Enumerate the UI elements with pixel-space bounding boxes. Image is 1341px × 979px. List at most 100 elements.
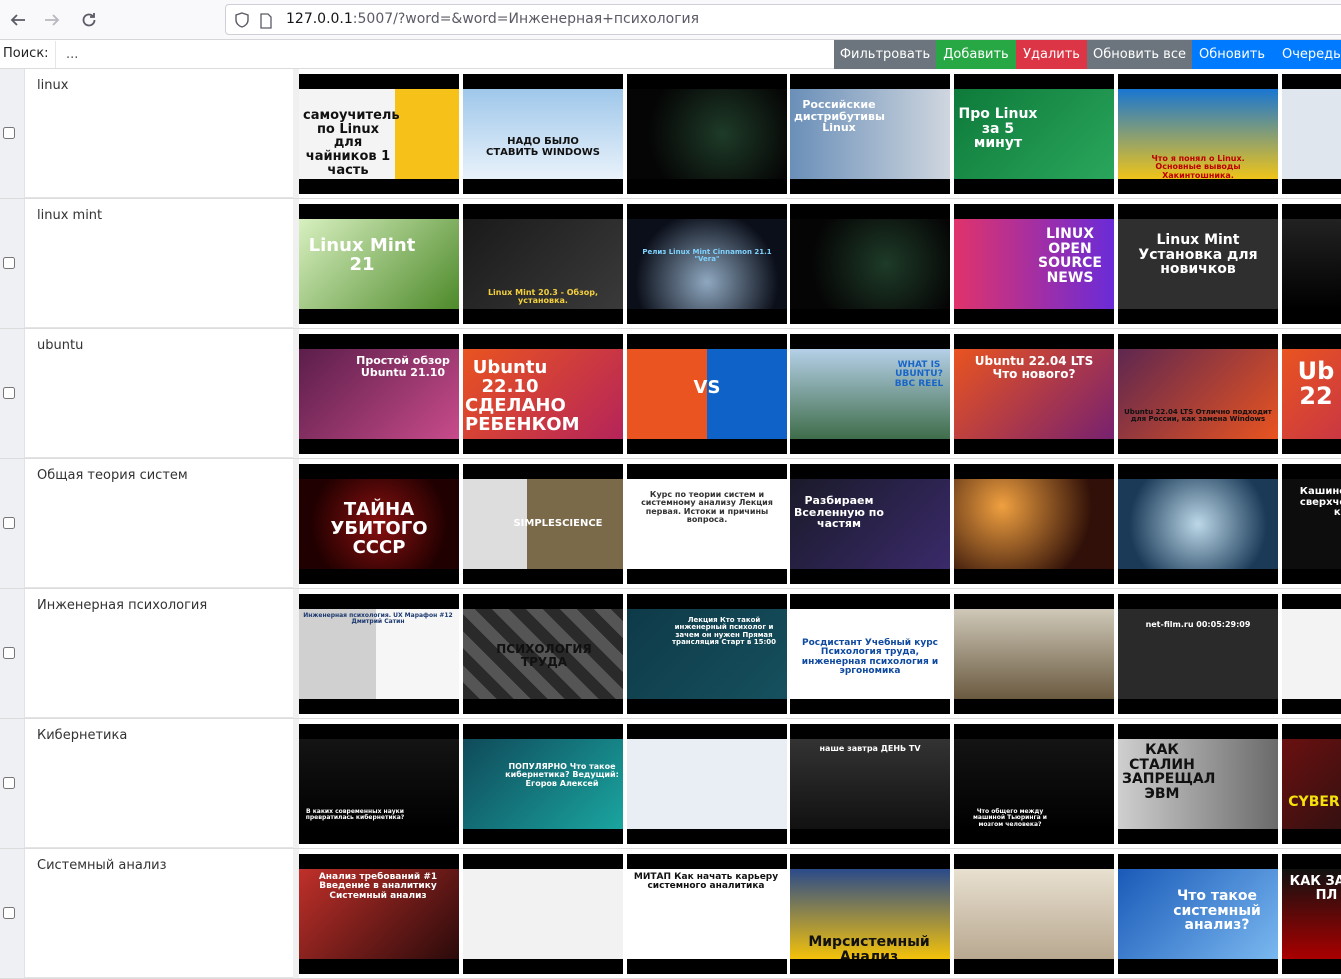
topic-label: ubuntu bbox=[25, 329, 293, 458]
video-thumbnail[interactable] bbox=[790, 204, 950, 324]
topic-label: Кибернетика bbox=[25, 719, 293, 848]
video-thumbnail-strip: ТАЙНА УБИТОГО СССР SIMPLESCIENCE Курс по т… bbox=[299, 464, 1341, 584]
video-thumbnail[interactable] bbox=[627, 724, 787, 844]
search-input[interactable] bbox=[55, 41, 834, 68]
video-thumbnail-strip: В каких современных науки превратилась к… bbox=[299, 724, 1341, 844]
refresh-button[interactable]: Обновить bbox=[1192, 40, 1272, 69]
refresh-all-button[interactable]: Обновить все bbox=[1087, 40, 1192, 69]
queue-button[interactable]: Очередь bbox=[1272, 40, 1341, 69]
filter-button[interactable]: Фильтровать bbox=[834, 40, 936, 69]
forward-button[interactable] bbox=[38, 6, 66, 34]
thumbnail-image: Кашинский Человек, сверхчело и человек к… bbox=[1282, 479, 1341, 569]
video-thumbnail[interactable]: net-film.ru 00:05:29:09 bbox=[1118, 594, 1278, 714]
thumbnail-image bbox=[1118, 479, 1278, 569]
video-thumbnail[interactable]: Курс по теории систем и системному анали… bbox=[627, 464, 787, 584]
video-thumbnail-strip: Простой обзор Ubuntu 21.10 Ubuntu 22.10 С… bbox=[299, 334, 1341, 454]
video-thumbnail[interactable]: КАК ЗАБИ ТОЛЬКО ПЛ У БРОКЕ bbox=[1282, 854, 1341, 974]
video-thumbnail[interactable]: ПСИХОЛОГИЯ ТРУДА bbox=[463, 594, 623, 714]
video-thumbnail[interactable] bbox=[463, 854, 623, 974]
thumbnail-image: КАК ЗАБИ ТОЛЬКО ПЛ У БРОКЕ bbox=[1282, 869, 1341, 959]
video-thumbnail[interactable] bbox=[1282, 204, 1341, 324]
thumbnail-image: Ub 22 bbox=[1282, 349, 1341, 439]
row-checkbox[interactable] bbox=[3, 127, 15, 139]
video-thumbnail[interactable] bbox=[627, 74, 787, 194]
video-thumbnail[interactable]: МИТАП Как начать карьеру системного анал… bbox=[627, 854, 787, 974]
topic-label: linux bbox=[25, 69, 293, 198]
row-checkbox[interactable] bbox=[3, 777, 15, 789]
url-bar[interactable]: 127.0.0.1:5007/?word=&word=Инженерная+пс… bbox=[225, 4, 1341, 35]
row-checkbox[interactable] bbox=[3, 517, 15, 529]
video-thumbnail[interactable]: НАДО БЫЛО СТАВИТЬ WINDOWS bbox=[463, 74, 623, 194]
thumbnail-title: Ubuntu 22.04 LTS Отлично подходит для Ро… bbox=[1124, 408, 1272, 424]
thumbnail-image: В каких современных науки превратилась к… bbox=[299, 739, 459, 829]
video-thumbnail[interactable]: CYBER bbox=[1282, 724, 1341, 844]
video-thumbnail[interactable]: Росдистант Учебный курс Психология труда… bbox=[790, 594, 950, 714]
video-thumbnail[interactable]: КАК СТАЛИН ЗАПРЕЩАЛ ЭВМ bbox=[1118, 724, 1278, 844]
reload-icon bbox=[82, 13, 96, 27]
video-thumbnail[interactable]: В каких современных науки превратилась к… bbox=[299, 724, 459, 844]
thumbnail-image: Ubuntu 22.04 LTS Что нового? bbox=[954, 349, 1114, 439]
video-thumbnail[interactable]: Релиз Linux Mint Cinnamon 21.1 "Vera" bbox=[627, 204, 787, 324]
video-thumbnail[interactable]: Что я понял о Linux. Основные выводы Хак… bbox=[1118, 74, 1278, 194]
thumbnail-title: Linux Mint Установка для новичков bbox=[1138, 232, 1258, 278]
row-checkbox[interactable] bbox=[3, 387, 15, 399]
video-thumbnail[interactable]: Ubuntu 22.10 СДЕЛАНО РЕБЕНКОМ bbox=[463, 334, 623, 454]
video-thumbnail[interactable]: Что такое системный анализ? bbox=[1118, 854, 1278, 974]
video-thumbnail[interactable] bbox=[954, 594, 1114, 714]
thumbnail-image: НАДО БЫЛО СТАВИТЬ WINDOWS bbox=[463, 89, 623, 179]
reload-button[interactable] bbox=[75, 6, 103, 34]
thumbnail-title: Анализ требований #1 Введение в аналитик… bbox=[318, 872, 438, 901]
video-thumbnail[interactable]: Linux Mint Установка для новичков bbox=[1118, 204, 1278, 324]
video-thumbnail[interactable] bbox=[954, 854, 1114, 974]
video-thumbnail[interactable] bbox=[954, 464, 1114, 584]
video-thumbnail[interactable]: LINUX OPEN SOURCE NEWS bbox=[954, 204, 1114, 324]
row-checkbox-cell bbox=[0, 719, 25, 848]
video-thumbnail[interactable]: Лекция Кто такой инженерный психолог и з… bbox=[627, 594, 787, 714]
thumbnail-image: Ubuntu 22.10 СДЕЛАНО РЕБЕНКОМ bbox=[463, 349, 623, 439]
video-thumbnail[interactable]: Что общего между машиной Тьюринга и мозг… bbox=[954, 724, 1114, 844]
delete-button[interactable]: Удалить bbox=[1016, 40, 1087, 69]
row-checkbox-cell bbox=[0, 329, 25, 458]
video-thumbnail[interactable]: самоучитель по Linux для чайников 1 част… bbox=[299, 74, 459, 194]
video-thumbnail[interactable]: ПОПУЛЯРНО Что такое кибернетика? Ведущий… bbox=[463, 724, 623, 844]
video-thumbnail[interactable] bbox=[1118, 464, 1278, 584]
video-thumbnail[interactable]: Ubuntu 22.04 LTS Отлично подходит для Ро… bbox=[1118, 334, 1278, 454]
thumbnail-image: Простой обзор Ubuntu 21.10 bbox=[299, 349, 459, 439]
video-thumbnail[interactable]: Механизм bbox=[1282, 594, 1341, 714]
row-checkbox[interactable] bbox=[3, 257, 15, 269]
video-thumbnail[interactable]: VS bbox=[627, 334, 787, 454]
video-thumbnail[interactable]: Российские дистрибутивы Linux bbox=[790, 74, 950, 194]
thumbnail-title: КАК СТАЛИН ЗАПРЕЩАЛ ЭВМ bbox=[1122, 742, 1216, 803]
add-button[interactable]: Добавить bbox=[936, 40, 1016, 69]
video-thumbnail[interactable]: Инженерная психология. UX Марафон #12 Дм… bbox=[299, 594, 459, 714]
thumbnail-image: ТАЙНА УБИТОГО СССР bbox=[299, 479, 459, 569]
thumbnail-title: WHAT IS UBUNTU? BBC REEL bbox=[894, 360, 944, 389]
video-thumbnail[interactable]: Разбираем Вселенную по частям bbox=[790, 464, 950, 584]
row-checkbox[interactable] bbox=[3, 907, 15, 919]
video-thumbnail[interactable]: Простой обзор Ubuntu 21.10 bbox=[299, 334, 459, 454]
video-thumbnail[interactable]: SIMPLESCIENCE bbox=[463, 464, 623, 584]
thumbnail-image: Про Linux за 5 минут bbox=[954, 89, 1114, 179]
thumbnail-image: КАК СТАЛИН ЗАПРЕЩАЛ ЭВМ bbox=[1118, 739, 1278, 829]
video-thumbnail[interactable]: наше завтра ДЕНЬ TV bbox=[790, 724, 950, 844]
thumbnail-image: Лекция Кто такой инженерный психолог и з… bbox=[627, 609, 787, 699]
video-thumbnail[interactable]: ТАЙНА УБИТОГО СССР bbox=[299, 464, 459, 584]
thumbnail-image bbox=[1282, 219, 1341, 309]
back-button[interactable] bbox=[4, 6, 32, 34]
video-thumbnail[interactable]: Linux Mint 20.3 - Обзор, установка. bbox=[463, 204, 623, 324]
search-label: Поиск: bbox=[3, 46, 49, 61]
row-checkbox-cell bbox=[0, 589, 25, 718]
video-thumbnail[interactable]: Кашинский Человек, сверхчело и человек к… bbox=[1282, 464, 1341, 584]
video-thumbnail[interactable]: Мирсистемный Анализ bbox=[790, 854, 950, 974]
thumbnail-title: net-film.ru 00:05:29:09 bbox=[1145, 620, 1251, 629]
video-thumbnail[interactable]: WHAT IS UBUNTU? BBC REEL bbox=[790, 334, 950, 454]
video-thumbnail[interactable]: Linux Mint 21 bbox=[299, 204, 459, 324]
thumbnail-image: WHAT IS UBUNTU? BBC REEL bbox=[790, 349, 950, 439]
video-thumbnail[interactable]: Ubuntu 22.04 LTS Что нового? bbox=[954, 334, 1114, 454]
video-thumbnail[interactable]: Анализ требований #1 Введение в аналитик… bbox=[299, 854, 459, 974]
video-thumbnail[interactable] bbox=[1282, 74, 1341, 194]
thumbnail-title: Простой обзор Ubuntu 21.10 bbox=[356, 354, 450, 379]
video-thumbnail[interactable]: Про Linux за 5 минут bbox=[954, 74, 1114, 194]
row-checkbox[interactable] bbox=[3, 647, 15, 659]
video-thumbnail[interactable]: Ub 22 bbox=[1282, 334, 1341, 454]
